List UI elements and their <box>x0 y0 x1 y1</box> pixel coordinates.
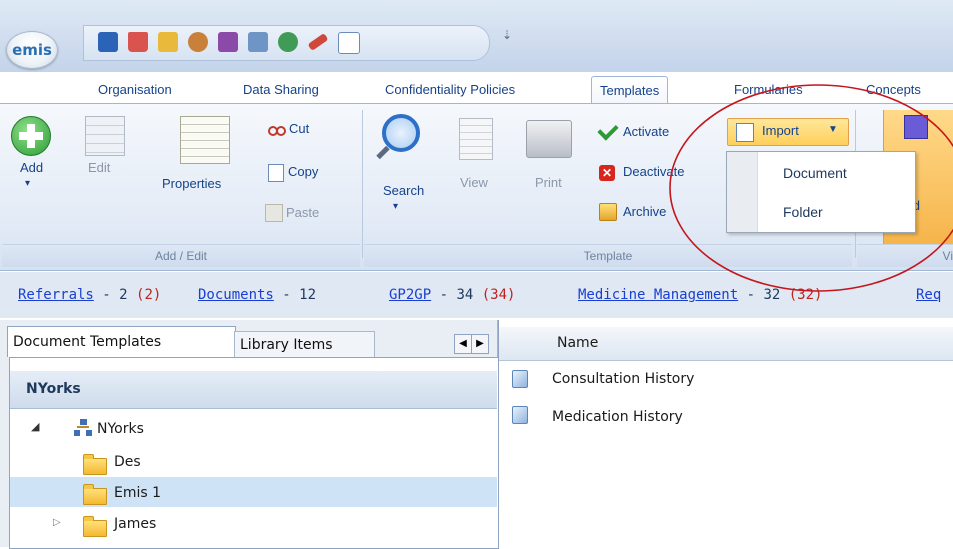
import-dropdown-menu: Document Folder <box>726 151 916 233</box>
users-icon[interactable] <box>278 32 298 52</box>
tree-item-des[interactable]: Des <box>114 454 141 470</box>
printer-icon <box>526 120 572 158</box>
tree-item-emis-1[interactable]: Emis 1 <box>114 485 161 501</box>
tab-scroll-right-icon[interactable]: ▶ <box>471 334 489 354</box>
document-icon[interactable] <box>338 32 360 54</box>
tool-icon[interactable] <box>307 32 329 52</box>
deactivate-button[interactable]: Deactivate <box>623 164 684 179</box>
menu-gutter <box>727 152 758 232</box>
import-dropdown-button[interactable]: Import ▼ <box>727 118 849 146</box>
folder-icon <box>83 454 107 475</box>
menu-item-document[interactable]: Document <box>783 165 847 181</box>
paste-button[interactable]: Paste <box>286 205 319 220</box>
expand-triangle-icon[interactable]: ▷ <box>53 517 61 528</box>
properties-icon <box>180 116 230 164</box>
tree-header: NYorks <box>10 371 497 409</box>
folder-icon <box>83 484 107 505</box>
emis-logo-button[interactable]: emis <box>6 31 58 69</box>
hierarchy-icon <box>904 115 928 139</box>
document-template-icon <box>512 370 528 388</box>
gp2gp-link[interactable]: GP2GP <box>389 287 431 303</box>
qat-customize-dropdown[interactable]: ⇣ <box>502 28 512 42</box>
group-separator <box>362 110 363 258</box>
view-document-icon <box>459 118 493 160</box>
count-medicine-management: Medicine Management - 32 (32) <box>578 287 823 303</box>
column-header-name[interactable]: Name <box>499 327 953 361</box>
menu-item-folder[interactable]: Folder <box>783 204 823 220</box>
medicine-management-link[interactable]: Medicine Management <box>578 287 738 303</box>
home-icon[interactable] <box>128 32 148 52</box>
group-label-add-edit: Add / Edit <box>2 244 360 267</box>
tab-document-templates[interactable]: Document Templates <box>7 326 236 357</box>
tab-templates[interactable]: Templates <box>591 76 669 105</box>
activate-button[interactable]: Activate <box>623 124 669 139</box>
requests-link[interactable]: Req <box>916 287 941 303</box>
search-button[interactable]: Search <box>383 183 424 198</box>
referrals-link[interactable]: Referrals <box>18 287 94 303</box>
logo-text: emis <box>12 41 52 59</box>
tree-item-james[interactable]: James <box>114 516 156 532</box>
group-label-template: Template <box>364 244 852 267</box>
print-button[interactable]: Print <box>535 175 562 190</box>
view-button[interactable]: View <box>460 175 488 190</box>
add-dropdown-arrow[interactable]: ▾ <box>25 178 30 189</box>
edit-icon[interactable] <box>158 32 178 52</box>
user-icon[interactable] <box>188 32 208 52</box>
table-icon[interactable] <box>248 32 268 52</box>
properties-button[interactable]: Properties <box>162 176 221 191</box>
tab-confidentiality-policies[interactable]: Confidentiality Policies <box>385 79 515 103</box>
quick-access-toolbar <box>83 25 490 61</box>
tab-concepts[interactable]: Concepts <box>866 79 921 103</box>
tab-library-items[interactable]: Library Items <box>234 331 375 359</box>
document-template-icon <box>512 406 528 424</box>
cut-button[interactable]: Cut <box>289 121 309 136</box>
import-icon <box>736 123 754 142</box>
template-row[interactable]: Consultation History <box>552 371 694 387</box>
tab-data-sharing[interactable]: Data Sharing <box>243 79 319 103</box>
chevron-down-icon: ▼ <box>828 124 838 135</box>
back-icon[interactable] <box>98 32 118 52</box>
organisation-tree-icon <box>74 419 92 437</box>
search-dropdown-arrow[interactable]: ▾ <box>393 201 398 212</box>
deactivate-x-icon: ✕ <box>599 165 615 181</box>
archive-icon <box>599 203 617 221</box>
paste-icon <box>265 204 283 222</box>
folder-icon <box>83 516 107 537</box>
edit-button[interactable]: Edit <box>88 160 110 175</box>
collapse-triangle-icon[interactable]: ◢ <box>31 420 39 433</box>
count-gp2gp: GP2GP - 34 (34) <box>389 287 516 303</box>
count-referrals: Referrals - 2 (2) <box>18 287 162 303</box>
scissors-icon <box>268 118 286 136</box>
add-icon[interactable] <box>11 116 51 156</box>
column-header-label: Name <box>557 335 599 351</box>
tab-formularies[interactable]: Formularies <box>734 79 803 103</box>
template-row[interactable]: Medication History <box>552 409 683 425</box>
count-requests: Req <box>916 287 941 303</box>
add-button[interactable]: Add <box>20 160 43 175</box>
import-label: Import <box>762 123 799 138</box>
group-label-view: Vi <box>857 244 953 267</box>
tab-organisation[interactable]: Organisation <box>98 79 172 103</box>
tree-header-title: NYorks <box>26 381 81 397</box>
report-icon[interactable] <box>218 32 238 52</box>
edit-grid-icon <box>85 116 125 156</box>
tab-scroll-left-icon[interactable]: ◀ <box>454 334 472 354</box>
copy-button[interactable]: Copy <box>288 164 318 179</box>
tree-item-nyorks[interactable]: NYorks <box>97 421 144 437</box>
documents-link[interactable]: Documents <box>198 287 274 303</box>
count-documents: Documents - 12 <box>198 287 317 303</box>
archive-button[interactable]: Archive <box>623 204 666 219</box>
copy-icon <box>268 164 284 182</box>
